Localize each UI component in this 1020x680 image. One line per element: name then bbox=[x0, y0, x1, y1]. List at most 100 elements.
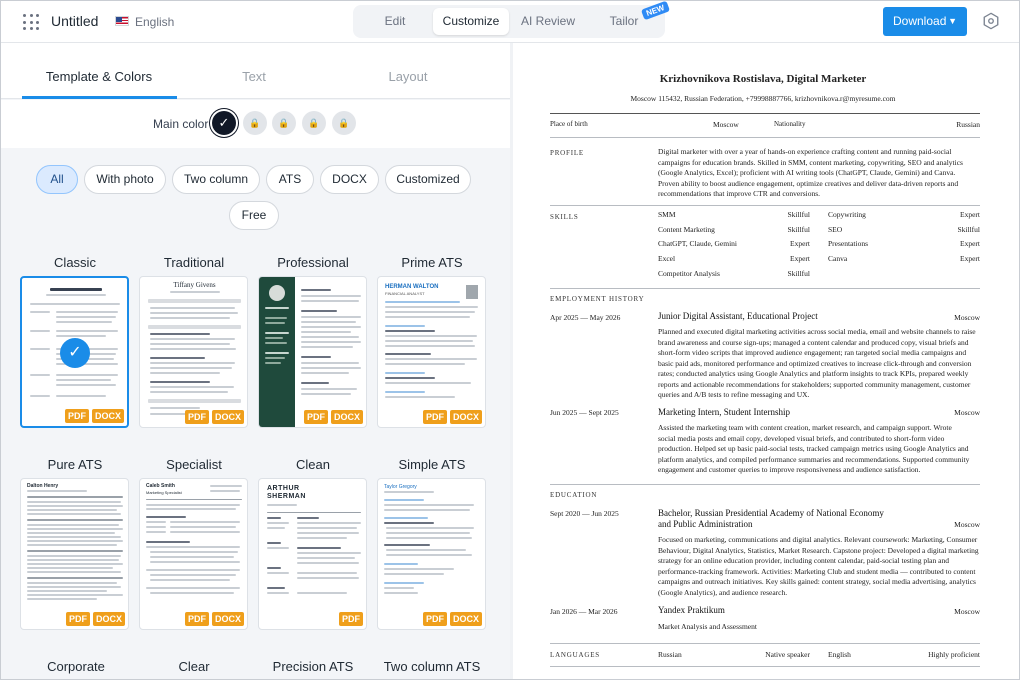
education-description: Market Analysis and Assessment bbox=[658, 622, 757, 631]
job-description: Assisted the marketing team with content… bbox=[658, 423, 970, 474]
thumb-name: HERMAN WALTON bbox=[385, 284, 439, 290]
top-bar: Untitled English Edit Customize AI Revie… bbox=[1, 1, 1019, 43]
filter-all[interactable]: All bbox=[36, 165, 78, 194]
template-card-clean[interactable]: ARTHUR SHERMAN PDF bbox=[258, 478, 367, 630]
template-name: Simple ATS bbox=[398, 457, 466, 472]
nationality-value: Russian bbox=[956, 120, 980, 129]
docx-badge: DOCX bbox=[91, 409, 124, 423]
education-title-line2: and Public Administration bbox=[658, 519, 753, 529]
language-selector[interactable]: English bbox=[135, 15, 174, 29]
resume-preview: Krizhovnikova Rostislava, Digital Market… bbox=[513, 43, 1019, 679]
thumb-name-line2: SHERMAN bbox=[267, 493, 306, 500]
filter-two-column[interactable]: Two column bbox=[172, 165, 260, 194]
mode-tabs: Edit Customize AI Review Tailor bbox=[353, 5, 665, 38]
template-card-prime-ats[interactable]: HERMAN WALTON FINANCIAL ANALYST PDF DOCX bbox=[377, 276, 486, 428]
template-name: Pure ATS bbox=[47, 457, 103, 472]
template-name: Clean bbox=[296, 457, 330, 472]
language-level: Highly proficient bbox=[928, 650, 980, 659]
education-city: Moscow bbox=[954, 607, 980, 616]
job-dates: Jun 2025 — Sept 2025 bbox=[550, 408, 619, 417]
resume-name: Krizhovnikova Rostislava, Digital Market… bbox=[659, 73, 867, 85]
thumb-role: Marketing Specialist bbox=[146, 490, 182, 495]
color-swatch-locked[interactable]: 🔒 bbox=[243, 111, 267, 135]
section-employment: EMPLOYMENT HISTORY bbox=[550, 295, 645, 303]
education-dates: Sept 2020 — Jun 2025 bbox=[550, 509, 619, 518]
pdf-badge: PDF bbox=[65, 612, 90, 626]
filter-with-photo[interactable]: With photo bbox=[84, 165, 166, 194]
color-swatch-locked[interactable]: 🔒 bbox=[332, 111, 356, 135]
avatar bbox=[466, 285, 478, 299]
docx-badge: DOCX bbox=[449, 410, 482, 424]
pdf-badge: PDF bbox=[64, 409, 89, 423]
template-name: Clear bbox=[178, 659, 210, 674]
resume-contact: Moscow 115432, Russian Federation, +7999… bbox=[630, 94, 896, 103]
template-name: Two column ATS bbox=[383, 659, 481, 674]
education-title: Yandex Praktikum bbox=[658, 605, 725, 615]
section-education: EDUCATION bbox=[550, 491, 598, 499]
education-title-line1: Bachelor, Russian Presidential Academy o… bbox=[658, 508, 884, 518]
nationality-label: Nationality bbox=[774, 120, 806, 128]
tab-customize[interactable]: Customize bbox=[433, 8, 509, 35]
pdf-badge: PDF bbox=[339, 612, 363, 626]
template-card-pure-ats[interactable]: Dalton Henry PDF DOCX bbox=[20, 478, 129, 630]
pdf-badge: PDF bbox=[184, 410, 209, 424]
place-of-birth-value: Moscow bbox=[713, 120, 739, 129]
template-name: Precision ATS bbox=[272, 659, 354, 674]
template-name: Professional bbox=[277, 255, 349, 270]
main-color-label: Main color bbox=[153, 117, 209, 131]
filter-docx[interactable]: DOCX bbox=[320, 165, 379, 194]
template-card-traditional[interactable]: Tiffany Givens PDF DOCX bbox=[139, 276, 248, 428]
tab-template-colors[interactable]: Template & Colors bbox=[14, 69, 184, 84]
place-of-birth-label: Place of birth bbox=[550, 120, 588, 128]
template-card-professional[interactable]: PDF DOCX bbox=[258, 276, 367, 428]
tab-layout[interactable]: Layout bbox=[323, 69, 493, 84]
color-swatch-black[interactable]: ✓ bbox=[212, 111, 236, 135]
divider bbox=[550, 666, 980, 667]
divider bbox=[550, 137, 980, 138]
template-name: Corporate bbox=[47, 659, 105, 674]
tab-ai-review[interactable]: AI Review bbox=[511, 8, 585, 35]
us-flag-icon[interactable] bbox=[115, 16, 129, 26]
filter-free[interactable]: Free bbox=[229, 201, 279, 230]
download-label: Download bbox=[893, 14, 947, 28]
app-window: Untitled English Edit Customize AI Revie… bbox=[0, 0, 1020, 680]
color-swatch-locked[interactable]: 🔒 bbox=[302, 111, 326, 135]
tab-text[interactable]: Text bbox=[169, 69, 339, 84]
apps-grid-icon[interactable] bbox=[23, 14, 39, 30]
template-filters: All With photo Two column ATS DOCX Custo… bbox=[1, 148, 510, 248]
section-profile: PROFILE bbox=[550, 149, 584, 157]
template-card-classic[interactable]: ✓ PDF DOCX bbox=[20, 276, 129, 428]
divider bbox=[550, 484, 980, 485]
language-level: Native speaker bbox=[765, 650, 810, 659]
job-title: Junior Digital Assistant, Educational Pr… bbox=[658, 311, 818, 321]
thumb-name: Dalton Henry bbox=[27, 483, 59, 489]
docx-badge: DOCX bbox=[449, 612, 482, 626]
template-card-simple-ats[interactable]: Taylor Gregory PDF DOCX bbox=[377, 478, 486, 630]
language-name: Russian bbox=[658, 650, 682, 659]
language-name: English bbox=[828, 650, 851, 659]
template-name: Specialist bbox=[166, 457, 222, 472]
tab-edit[interactable]: Edit bbox=[359, 8, 431, 35]
job-title: Marketing Intern, Student Internship bbox=[658, 407, 790, 417]
settings-hex-icon[interactable] bbox=[982, 12, 1000, 30]
divider bbox=[550, 643, 980, 644]
divider bbox=[550, 113, 980, 114]
education-city: Moscow bbox=[954, 520, 980, 529]
main-color-row: Main color ✓ 🔒 🔒 🔒 🔒 bbox=[1, 100, 510, 148]
document-title[interactable]: Untitled bbox=[51, 13, 98, 29]
template-name: Traditional bbox=[163, 255, 225, 270]
pdf-badge: PDF bbox=[184, 612, 209, 626]
education-description: Focused on marketing, communications and… bbox=[658, 535, 979, 597]
active-tab-underline bbox=[22, 96, 177, 99]
section-languages: LANGUAGES bbox=[550, 651, 600, 659]
color-swatch-locked[interactable]: 🔒 bbox=[272, 111, 296, 135]
sub-tabs: Template & Colors Text Layout bbox=[1, 43, 510, 99]
thumb-role: FINANCIAL ANALYST bbox=[385, 291, 425, 296]
filter-ats[interactable]: ATS bbox=[266, 165, 314, 194]
docx-badge: DOCX bbox=[330, 410, 363, 424]
customize-panel: Template & Colors Text Layout Main color… bbox=[1, 43, 510, 679]
download-button[interactable]: Download ▼ bbox=[883, 7, 967, 36]
chevron-down-icon: ▼ bbox=[948, 16, 957, 26]
filter-customized[interactable]: Customized bbox=[385, 165, 471, 194]
template-card-specialist[interactable]: Caleb Smith Marketing Specialist PDF DOCX bbox=[139, 478, 248, 630]
